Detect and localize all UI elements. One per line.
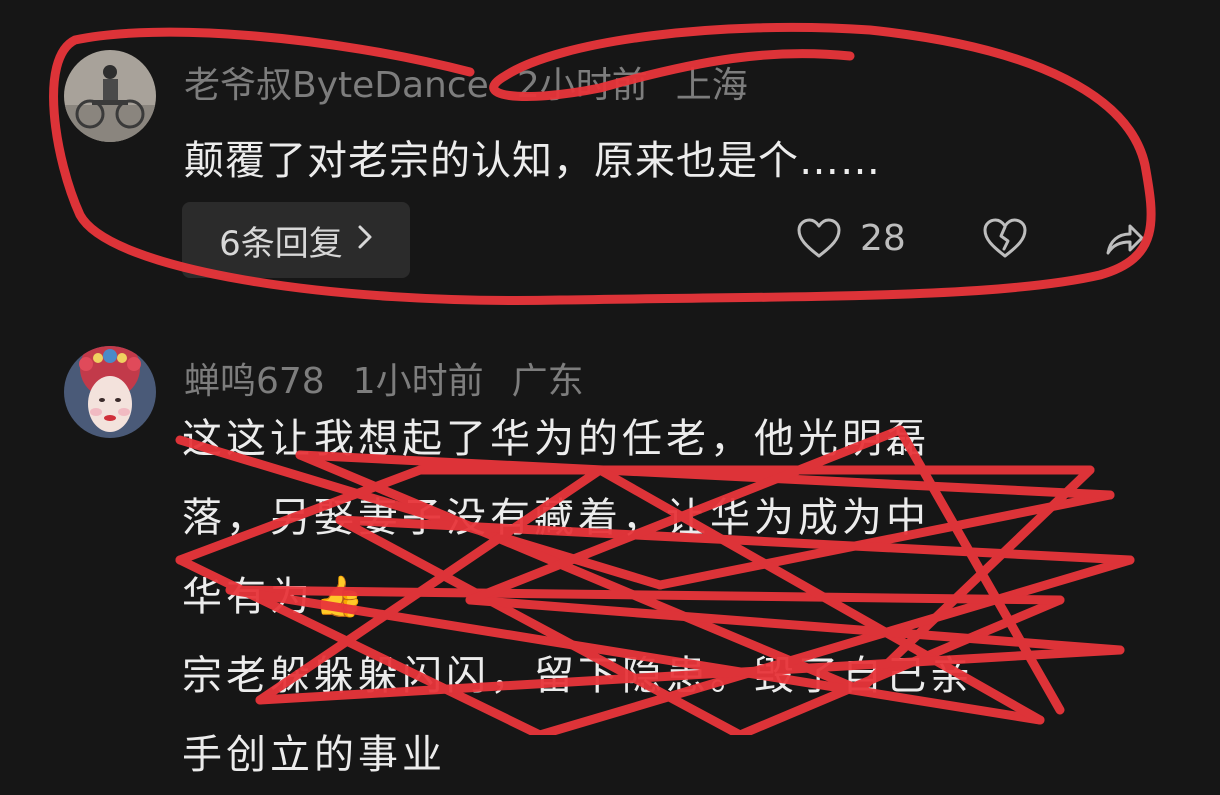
share-icon bbox=[1104, 219, 1144, 259]
chevron-right-icon bbox=[357, 220, 373, 260]
avatar[interactable] bbox=[64, 346, 156, 438]
heart-icon bbox=[796, 217, 842, 259]
timestamp: 1小时前 bbox=[352, 361, 484, 402]
comment-text: 这这让我想起了华为的任老，他光明磊 落，另娶妻子没有藏着，让华为成为中 华有为👍… bbox=[182, 400, 1142, 795]
replies-label: 6条回复 bbox=[219, 223, 343, 264]
broken-heart-icon bbox=[982, 217, 1028, 259]
view-replies-button[interactable]: 6条回复 bbox=[182, 202, 410, 278]
comment-line: 华有为👍 bbox=[182, 574, 368, 620]
location: 广东 bbox=[511, 361, 584, 402]
comment-line: 宗老躲躲躲闪闪，留下隐患。毁了自己亲 bbox=[182, 653, 974, 699]
dislike-button[interactable] bbox=[982, 217, 1028, 259]
comment-text: 颠覆了对老宗的认知，原来也是个…… bbox=[184, 138, 881, 184]
username[interactable]: 老爷叔ByteDance bbox=[184, 65, 489, 106]
like-button[interactable]: 28 bbox=[796, 217, 906, 259]
comment-line: 这这让我想起了华为的任老，他光明磊 bbox=[182, 416, 930, 462]
timestamp: 2小时前 bbox=[516, 65, 648, 106]
share-button[interactable] bbox=[1104, 219, 1144, 259]
comment-line: 手创立的事业 bbox=[182, 732, 446, 778]
like-count: 28 bbox=[860, 217, 906, 259]
location: 上海 bbox=[675, 65, 748, 106]
comment-meta: 蝉鸣678 1小时前 广东 bbox=[184, 352, 612, 404]
comment-line: 落，另娶妻子没有藏着，让华为成为中 bbox=[182, 495, 930, 541]
comment-meta: 老爷叔ByteDance 2小时前 上海 bbox=[184, 56, 776, 108]
username[interactable]: 蝉鸣678 bbox=[184, 361, 325, 402]
avatar[interactable] bbox=[64, 50, 156, 142]
